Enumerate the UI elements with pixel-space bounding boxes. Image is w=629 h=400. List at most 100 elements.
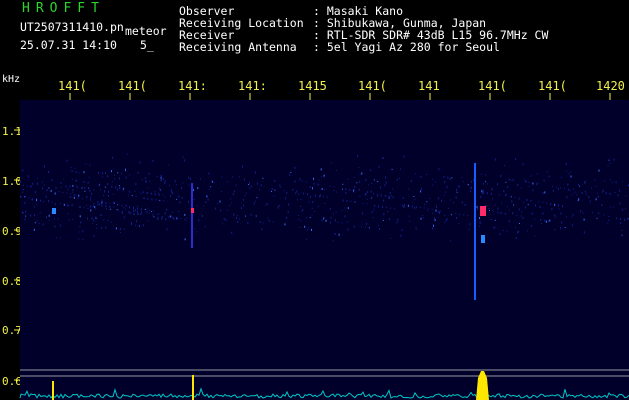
noise-speck — [283, 190, 285, 192]
noise-speck — [247, 184, 249, 185]
noise-speck — [60, 181, 62, 184]
noise-speck — [83, 171, 85, 174]
noise-speck — [432, 184, 434, 186]
noise-speck — [455, 196, 457, 199]
noise-speck — [111, 156, 113, 159]
noise-speck — [379, 228, 380, 230]
noise-speck — [154, 191, 156, 193]
noise-speck — [128, 211, 130, 214]
noise-speck — [400, 234, 402, 237]
noise-speck — [243, 204, 245, 207]
noise-speck — [230, 198, 232, 200]
noise-speck — [48, 201, 49, 203]
noise-speck — [354, 201, 356, 203]
noise-speck — [557, 187, 559, 190]
noise-speck — [439, 212, 440, 215]
noise-speck — [396, 221, 398, 224]
noise-speck — [124, 218, 126, 220]
noise-speck — [302, 209, 304, 211]
noise-speck — [225, 219, 227, 221]
noise-speck — [450, 199, 451, 201]
noise-speck — [513, 204, 515, 206]
noise-speck — [249, 188, 251, 190]
noise-speck — [362, 202, 364, 204]
noise-speck — [376, 195, 378, 197]
noise-speck — [159, 199, 161, 201]
noise-speck — [359, 180, 361, 183]
noise-speck — [521, 211, 523, 213]
noise-speck — [75, 170, 77, 173]
noise-speck — [85, 163, 87, 165]
noise-speck — [26, 185, 28, 187]
noise-speck — [244, 195, 246, 197]
noise-speck — [196, 205, 198, 207]
noise-speck — [238, 218, 240, 220]
noise-speck — [140, 211, 142, 214]
noise-speck — [109, 205, 111, 208]
noise-speck — [147, 187, 149, 189]
noise-speck — [95, 218, 97, 219]
noise-speck — [39, 212, 41, 214]
noise-speck — [43, 184, 45, 186]
noise-speck — [229, 205, 231, 207]
noise-speck — [72, 184, 74, 187]
noise-speck — [127, 194, 129, 196]
noise-speck — [383, 199, 385, 202]
noise-speck — [344, 215, 346, 218]
noise-speck — [79, 215, 81, 218]
noise-speck — [386, 206, 387, 208]
noise-speck — [570, 175, 572, 178]
noise-speck — [94, 206, 96, 209]
noise-speck — [237, 221, 239, 224]
noise-speck — [620, 218, 622, 221]
noise-speck — [164, 196, 166, 198]
noise-speck — [153, 216, 155, 218]
noise-speck — [203, 205, 205, 207]
noise-speck — [204, 226, 206, 228]
noise-speck — [159, 187, 161, 189]
noise-speck — [313, 177, 314, 180]
noise-speck — [140, 192, 142, 194]
noise-speck — [534, 235, 536, 237]
noise-speck — [598, 169, 600, 172]
noise-speck — [571, 216, 573, 218]
noise-speck — [74, 167, 76, 169]
noise-speck — [625, 195, 627, 197]
noise-speck — [36, 198, 38, 200]
noise-speck — [519, 223, 520, 224]
noise-speck — [390, 195, 392, 197]
noise-speck — [298, 193, 300, 195]
noise-speck — [436, 205, 437, 208]
noise-speck — [373, 179, 375, 181]
noise-speck — [433, 224, 434, 227]
noise-speck — [125, 204, 127, 207]
noise-speck — [376, 193, 378, 195]
noise-speck — [28, 197, 30, 199]
noise-speck — [499, 233, 501, 236]
noise-speck — [464, 203, 466, 206]
noise-speck — [397, 218, 399, 221]
noise-speck — [321, 188, 323, 190]
noise-speck — [205, 201, 207, 203]
noise-speck — [162, 194, 164, 196]
noise-speck — [164, 180, 166, 183]
noise-speck — [89, 164, 91, 166]
noise-speck — [354, 185, 356, 188]
noise-speck — [217, 203, 219, 205]
noise-speck — [577, 200, 579, 202]
noise-speck — [621, 234, 623, 236]
noise-speck — [346, 200, 348, 203]
noise-speck — [107, 183, 109, 186]
noise-speck — [242, 165, 243, 168]
noise-speck — [318, 179, 320, 181]
noise-speck — [500, 175, 502, 177]
noise-speck — [108, 194, 109, 197]
noise-speck — [51, 201, 53, 203]
noise-speck — [184, 238, 186, 241]
noise-speck — [338, 233, 340, 236]
noise-speck — [290, 171, 292, 173]
noise-speck — [621, 230, 623, 231]
noise-speck — [544, 191, 546, 194]
noise-speck — [238, 176, 240, 178]
noise-speck — [555, 216, 557, 218]
